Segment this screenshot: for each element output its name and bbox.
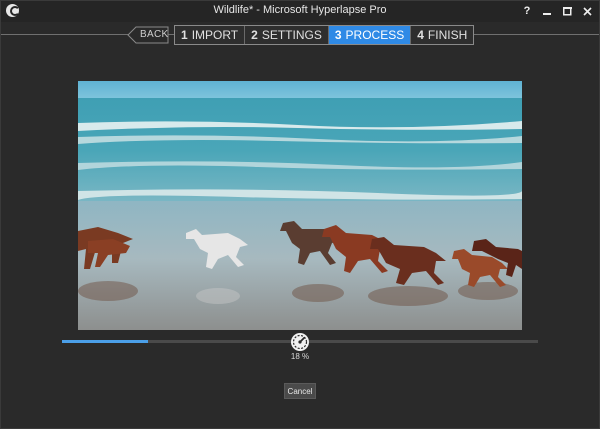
step-label: FINISH [427, 28, 468, 42]
close-icon [582, 6, 592, 16]
progress-fill [62, 340, 148, 343]
step-settings[interactable]: 2 SETTINGS [245, 26, 329, 44]
window-controls: ? [516, 2, 596, 20]
step-number: 4 [417, 28, 424, 42]
step-number: 3 [334, 28, 342, 42]
window-title: Wildlife* - Microsoft Hyperlapse Pro [213, 4, 387, 16]
minimize-button[interactable] [538, 2, 556, 20]
step-finish[interactable]: 4 FINISH [411, 26, 473, 44]
title-bar: Wildlife* - Microsoft Hyperlapse Pro ? [0, 0, 600, 22]
cancel-button[interactable]: Cancel [284, 383, 316, 399]
progress-percent: 18 % [290, 352, 310, 361]
minimize-icon [542, 12, 551, 15]
step-label: IMPORT [191, 28, 239, 42]
step-import[interactable]: 1 IMPORT [175, 26, 246, 44]
video-frame-image [78, 81, 522, 330]
back-label: BACK [140, 29, 169, 40]
step-process[interactable]: 3 PROCESS [328, 26, 412, 44]
maximize-button[interactable] [558, 2, 576, 20]
back-button[interactable]: BACK [127, 26, 169, 44]
maximize-icon [562, 6, 572, 15]
speedometer-icon [291, 333, 309, 351]
step-label: SETTINGS [261, 28, 322, 42]
step-number: 1 [181, 28, 188, 42]
step-label: PROCESS [345, 28, 405, 42]
video-preview [78, 81, 522, 330]
close-button[interactable] [578, 2, 596, 20]
step-number: 2 [251, 28, 258, 42]
step-navigator: 1 IMPORT 2 SETTINGS 3 PROCESS 4 FINISH [174, 25, 475, 45]
help-button[interactable]: ? [518, 2, 536, 20]
